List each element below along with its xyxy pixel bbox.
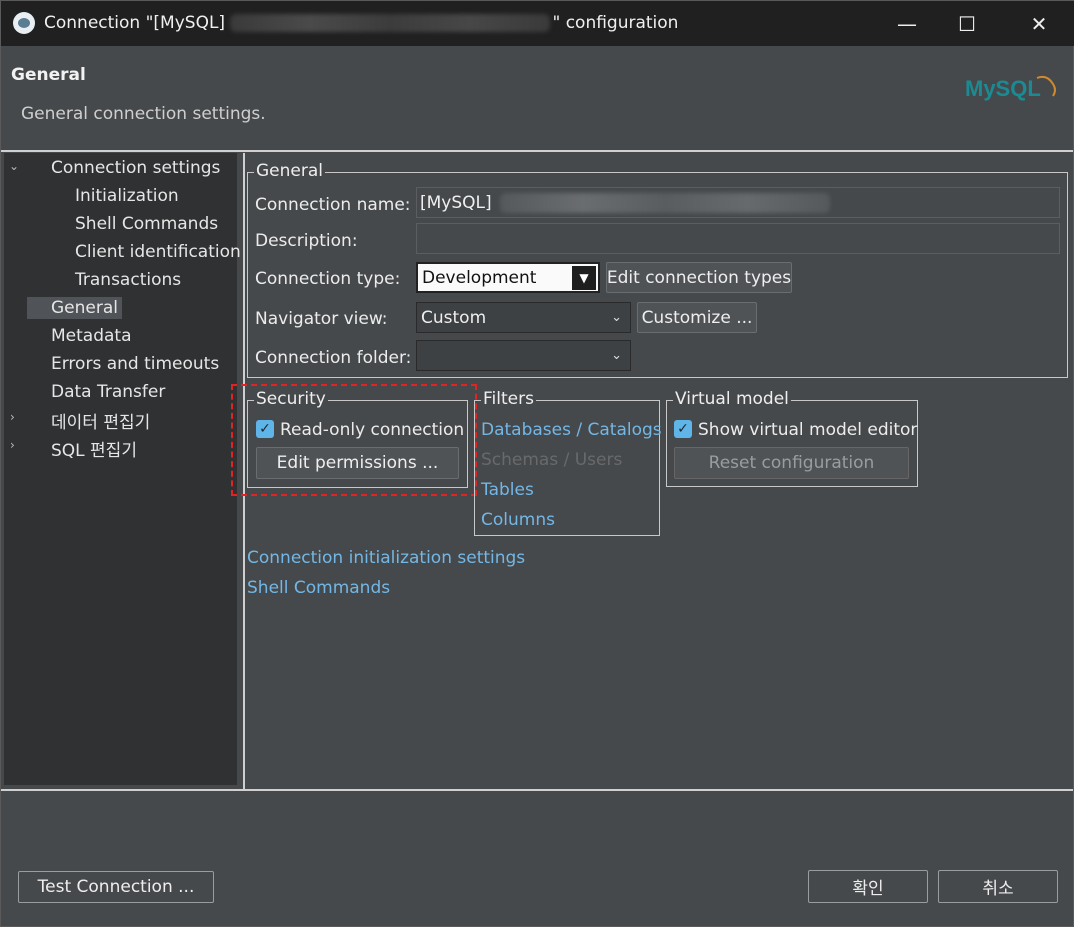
virtual-model-group-legend: Virtual model (673, 389, 791, 409)
chevron-down-icon: ⌄ (611, 310, 622, 325)
mysql-logo-icon: MySQL (965, 75, 1056, 101)
filters-group-legend: Filters (481, 389, 536, 409)
description-label: Description: (255, 231, 358, 251)
connection-init-settings-link[interactable]: Connection initialization settings (247, 548, 525, 568)
redacted-host (499, 192, 830, 213)
header-separator (1, 150, 1073, 152)
window-title: Connection "[MySQL] " configuration (44, 13, 678, 33)
connection-folder-select[interactable]: ⌄ (416, 340, 631, 371)
show-virtual-model-checkbox[interactable]: ✓ (674, 420, 692, 438)
mysql-logo-text: MySQL (965, 76, 1041, 101)
tree-item-errors-timeouts[interactable]: Errors and timeouts (51, 354, 219, 374)
tree-item-metadata[interactable]: Metadata (51, 326, 132, 346)
page-description: General connection settings. (21, 104, 266, 124)
chevron-down-icon: ⌄ (611, 348, 622, 363)
connection-name-value: [MySQL] (420, 192, 492, 213)
security-highlight-box (231, 384, 477, 496)
general-group-legend: General (254, 161, 325, 181)
footer-separator (1, 789, 1073, 791)
window-title-prefix: Connection "[MySQL] (44, 13, 226, 33)
minimize-button[interactable]: — (877, 1, 937, 46)
customize-button[interactable]: Customize ... (637, 302, 757, 333)
chevron-right-icon[interactable]: › (10, 410, 15, 424)
tree-item-client-identification[interactable]: Client identification (75, 242, 241, 262)
close-button[interactable]: ✕ (1009, 1, 1069, 46)
tree-item-general[interactable]: General (27, 297, 122, 319)
connection-name-label: Connection name: (255, 195, 411, 215)
connection-type-label: Connection type: (255, 269, 401, 289)
chevron-right-icon[interactable]: › (10, 438, 15, 452)
connection-folder-label: Connection folder: (255, 348, 412, 368)
tree-item-data-editor[interactable]: 데이터 편집기 (51, 408, 150, 433)
connection-type-select[interactable]: Development ▼ (416, 262, 600, 293)
test-connection-button[interactable]: Test Connection ... (18, 871, 214, 903)
navigator-view-label: Navigator view: (255, 309, 388, 329)
dbeaver-app-icon (13, 12, 35, 34)
window-title-suffix: " configuration (552, 13, 679, 33)
chevron-down-icon[interactable]: ⌄ (9, 159, 19, 173)
edit-connection-types-button[interactable]: Edit connection types (606, 262, 792, 293)
maximize-button[interactable]: ☐ (937, 1, 997, 46)
navigator-view-select[interactable]: Custom ⌄ (416, 302, 631, 333)
show-virtual-model-label[interactable]: Show virtual model editor (698, 420, 917, 440)
filter-columns-link[interactable]: Columns (481, 510, 555, 530)
tree-item-initialization[interactable]: Initialization (75, 186, 179, 206)
tree-item-transactions[interactable]: Transactions (75, 270, 181, 290)
tree-item-sql-editor[interactable]: SQL 편집기 (51, 436, 137, 461)
filter-databases-link[interactable]: Databases / Catalogs (481, 420, 662, 440)
ok-button[interactable]: 확인 (808, 870, 928, 903)
connection-name-input[interactable]: [MySQL] (416, 187, 1060, 218)
filter-tables-link[interactable]: Tables (481, 480, 534, 500)
page-title: General (11, 65, 86, 85)
shell-commands-link[interactable]: Shell Commands (247, 578, 390, 598)
reset-configuration-button: Reset configuration (674, 447, 909, 479)
connection-type-value: Development (422, 267, 537, 288)
connection-config-dialog: Connection "[MySQL] " configuration — ☐ … (0, 0, 1074, 927)
tree-item-data-transfer[interactable]: Data Transfer (51, 382, 165, 402)
filter-schemas-link: Schemas / Users (481, 450, 623, 470)
tree-item-connection-settings[interactable]: Connection settings (51, 158, 220, 178)
tree-item-shell-commands[interactable]: Shell Commands (75, 214, 218, 234)
page-header: General General connection settings. MyS… (1, 46, 1073, 151)
redacted-host (230, 14, 551, 32)
settings-tree: ⌄ Connection settings Initialization She… (4, 153, 241, 785)
navigator-view-value: Custom (421, 307, 487, 328)
title-bar: Connection "[MySQL] " configuration — ☐ … (1, 1, 1074, 46)
dropdown-arrow-icon: ▼ (572, 266, 596, 290)
cancel-button[interactable]: 취소 (938, 870, 1058, 903)
description-input[interactable] (416, 223, 1060, 254)
